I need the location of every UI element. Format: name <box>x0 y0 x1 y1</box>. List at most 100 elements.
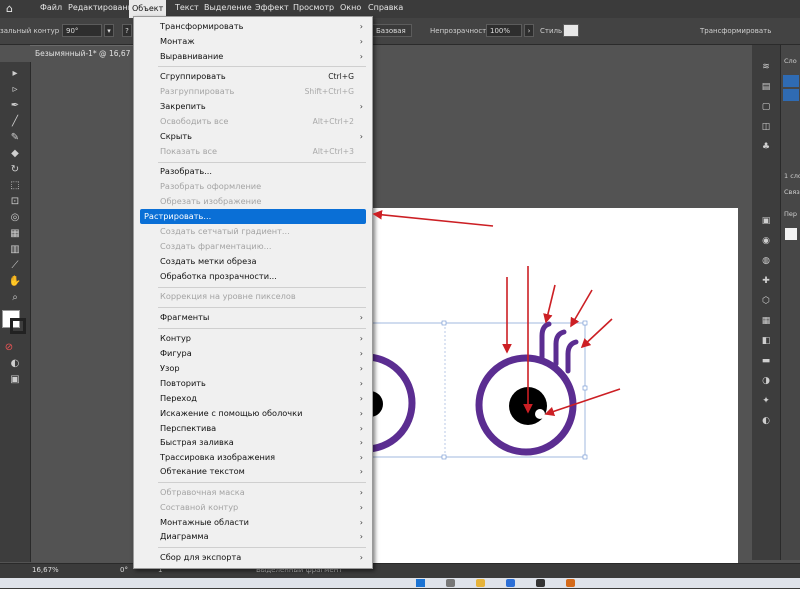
transform-link[interactable]: Трансформировать <box>700 27 771 35</box>
gradient-tool-icon[interactable]: ▦ <box>8 228 22 240</box>
style-swatch[interactable] <box>563 24 579 37</box>
menu-file[interactable]: Файл <box>40 3 62 12</box>
selection-handle <box>582 454 588 460</box>
menu-item[interactable]: Диаграмма › <box>134 529 370 544</box>
browser-icon[interactable] <box>506 579 515 587</box>
magic-wand-icon[interactable]: ✦ <box>759 395 773 407</box>
menu-item[interactable]: Повторить › <box>134 376 370 391</box>
menu-item[interactable]: Искажение с помощью оболочки › <box>134 406 370 421</box>
menu-item[interactable]: Переход › <box>134 391 370 406</box>
layer-row[interactable] <box>783 89 799 101</box>
menu-item: Создать фрагментацию... <box>134 239 370 254</box>
club-icon[interactable]: ♣ <box>759 141 773 153</box>
menu-help[interactable]: Справка <box>368 3 403 12</box>
chart-tool-icon[interactable]: ▥ <box>8 244 22 256</box>
grid-icon[interactable]: ▦ <box>759 315 773 327</box>
windows-start-icon[interactable] <box>416 579 425 587</box>
shape-builder-tool-icon[interactable]: ◎ <box>8 212 22 224</box>
scale-tool-icon[interactable]: ⬚ <box>8 180 22 192</box>
chevron-right-icon: › <box>359 503 363 512</box>
menu-item[interactable]: Трассировка изображения › <box>134 450 370 465</box>
menu-item[interactable]: Трансформировать › <box>134 19 370 34</box>
help-icon[interactable]: ? <box>122 24 132 37</box>
chevron-down-icon[interactable]: ▾ <box>104 24 114 37</box>
eraser-tool-icon[interactable]: ◆ <box>8 148 22 160</box>
none-color-icon[interactable]: ⊘ <box>2 342 16 354</box>
chevron-right-icon[interactable]: › <box>524 24 534 37</box>
free-transform-tool-icon[interactable]: ⊡ <box>8 196 22 208</box>
opacity-field[interactable]: 100% <box>486 24 522 37</box>
menu-select[interactable]: Выделение <box>204 3 252 12</box>
pencil-tool-icon[interactable]: ✎ <box>8 132 22 144</box>
search-icon[interactable] <box>446 579 455 587</box>
chevron-right-icon: › <box>359 518 363 527</box>
home-icon[interactable]: ⌂ <box>6 2 13 15</box>
chevron-right-icon: › <box>359 488 363 497</box>
menu-view[interactable]: Просмотр <box>293 3 334 12</box>
folder-icon[interactable] <box>476 579 485 587</box>
menu-item[interactable]: Сбор для экспорта › <box>134 550 370 565</box>
document-tab[interactable]: Безымянный-1* @ 16,67 % <box>30 45 140 62</box>
menu-edit[interactable]: Редактирование <box>68 3 138 12</box>
rotate-tool-icon[interactable]: ↻ <box>8 164 22 176</box>
menu-item[interactable]: Фигура › <box>134 346 370 361</box>
menu-item[interactable]: Контур › <box>134 331 370 346</box>
transparency-icon[interactable]: ◑ <box>759 375 773 387</box>
draw-mode-icon[interactable]: ◐ <box>8 358 22 370</box>
layers-tab[interactable]: Сло <box>784 57 797 65</box>
menu-window[interactable]: Окно <box>340 3 361 12</box>
stroke-swatch[interactable] <box>10 318 26 334</box>
menu-item[interactable]: Монтаж › <box>134 34 370 49</box>
menu-item[interactable]: Закрепить › <box>134 99 370 114</box>
menu-item[interactable]: Скрыть › <box>134 129 370 144</box>
menu-item[interactable]: Создать метки обреза <box>134 254 370 269</box>
zoom-tool-icon[interactable]: ⌕ <box>8 292 22 304</box>
menu-separator <box>158 547 366 548</box>
align-icon[interactable]: ▬ <box>759 355 773 367</box>
color-guide-icon[interactable]: ◐ <box>759 415 773 427</box>
menu-item[interactable]: Быстрая заливка › <box>134 435 370 450</box>
menu-item[interactable]: Обработка прозрачности... <box>134 269 370 284</box>
libraries-icon[interactable]: ▣ <box>759 215 773 227</box>
layer-row[interactable] <box>783 75 799 87</box>
brush-selector[interactable]: Базовая <box>372 24 412 37</box>
pages-panel-icon[interactable]: ▤ <box>759 81 773 93</box>
menu-item-label: Сбор для экспорта <box>160 552 242 562</box>
menu-item[interactable]: Фрагменты › <box>134 310 370 325</box>
layers-panel-icon[interactable]: ≋ <box>759 61 773 73</box>
screen-mode-icon[interactable]: ▣ <box>8 374 22 386</box>
links-tab[interactable]: Связ <box>784 188 800 196</box>
brushes-icon[interactable]: ◉ <box>759 235 773 247</box>
angle-field[interactable]: 90° <box>62 24 102 37</box>
menu-item[interactable]: Перспектива › <box>134 421 370 436</box>
hand-tool-icon[interactable]: ✋ <box>8 276 22 288</box>
menu-text[interactable]: Текст <box>175 3 199 12</box>
menu-item[interactable]: Сгруппировать Ctrl+G <box>134 69 370 84</box>
illustrator-taskbar-icon[interactable] <box>566 579 575 587</box>
pathfinder-icon[interactable]: ◧ <box>759 335 773 347</box>
layers-stack-icon[interactable]: ◫ <box>759 121 773 133</box>
line-tool-icon[interactable]: ╱ <box>8 116 22 128</box>
eyelash <box>565 339 579 374</box>
pen-tool-icon[interactable]: ✒ <box>8 100 22 112</box>
selection-bounds <box>369 322 586 458</box>
menu-item[interactable]: Растрировать... <box>140 209 366 224</box>
menu-item[interactable]: Выравнивание › <box>134 49 370 64</box>
menu-item[interactable]: Разобрать... <box>134 164 370 179</box>
link-thumbnail[interactable] <box>785 228 797 240</box>
zoom-level[interactable]: 16,67% <box>32 566 59 574</box>
menu-item[interactable]: Узор › <box>134 361 370 376</box>
app-icon[interactable] <box>536 579 545 587</box>
direct-selection-tool-icon[interactable]: ▹ <box>8 84 22 96</box>
eyedropper-tool-icon[interactable]: ⟋ <box>8 260 22 272</box>
graphic-styles-icon[interactable]: ✚ <box>759 275 773 287</box>
menu-item[interactable]: Обтекание текстом › <box>134 464 370 479</box>
menu-item[interactable]: Монтажные области › <box>134 515 370 530</box>
selection-tool-icon[interactable]: ▸ <box>8 68 22 80</box>
symbols-icon[interactable]: ◍ <box>759 255 773 267</box>
menu-effect[interactable]: Эффект <box>255 3 289 12</box>
artboards-panel-icon[interactable]: ▢ <box>759 101 773 113</box>
rotation-value[interactable]: 0° <box>120 566 128 574</box>
cube-icon[interactable]: ⬡ <box>759 295 773 307</box>
menu-bar: ⌂ Файл Редактирование Объект Текст Выдел… <box>0 0 800 18</box>
